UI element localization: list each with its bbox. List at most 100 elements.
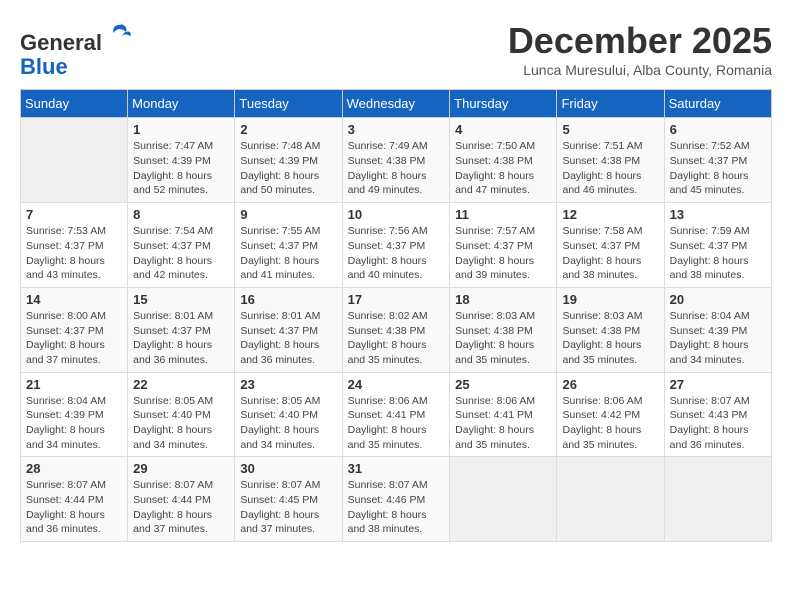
day-number: 11 <box>455 207 551 222</box>
day-info: Sunrise: 8:07 AM Sunset: 4:43 PM Dayligh… <box>670 394 766 453</box>
calendar-cell: 5 Sunrise: 7:51 AM Sunset: 4:38 PM Daylig… <box>557 118 664 203</box>
day-info: Sunrise: 7:51 AM Sunset: 4:38 PM Dayligh… <box>562 139 658 198</box>
calendar-cell: 26Sunrise: 8:06 AM Sunset: 4:42 PM Dayli… <box>557 372 664 457</box>
day-number: 6 <box>670 122 766 137</box>
calendar-cell: 1 Sunrise: 7:47 AM Sunset: 4:39 PM Daylig… <box>128 118 235 203</box>
calendar-cell <box>21 118 128 203</box>
day-info: Sunrise: 8:03 AM Sunset: 4:38 PM Dayligh… <box>455 309 551 368</box>
day-number: 13 <box>670 207 766 222</box>
calendar-cell <box>450 457 557 542</box>
calendar-cell: 14 Sunrise: 8:00 AM Sunset: 4:37 PM Dayli… <box>21 287 128 372</box>
logo-blue-text: Blue <box>20 54 68 79</box>
day-number: 14 <box>26 292 122 307</box>
calendar-cell: 22 Sunrise: 8:05 AM Sunset: 4:40 PM Dayli… <box>128 372 235 457</box>
calendar-cell: 30 Sunrise: 8:07 AM Sunset: 4:45 PM Dayli… <box>235 457 342 542</box>
day-number: 4 <box>455 122 551 137</box>
day-info: Sunrise: 8:04 AM Sunset: 4:39 PM Dayligh… <box>670 309 766 368</box>
calendar-cell: 28 Sunrise: 8:07 AM Sunset: 4:44 PM Dayli… <box>21 457 128 542</box>
calendar-cell: 13 Sunrise: 7:59 AM Sunset: 4:37 PM Dayli… <box>664 203 771 288</box>
day-number: 27 <box>670 377 766 392</box>
header-sunday: Sunday <box>21 90 128 118</box>
calendar-cell: 20 Sunrise: 8:04 AM Sunset: 4:39 PM Dayli… <box>664 287 771 372</box>
day-number: 7 <box>26 207 122 222</box>
day-number: 28 <box>26 461 122 476</box>
calendar-cell: 16 Sunrise: 8:01 AM Sunset: 4:37 PM Dayli… <box>235 287 342 372</box>
day-info: Sunrise: 8:07 AM Sunset: 4:46 PM Dayligh… <box>348 478 445 537</box>
day-info: Sunrise: 8:07 AM Sunset: 4:45 PM Dayligh… <box>240 478 336 537</box>
day-number: 5 <box>562 122 658 137</box>
day-info: Sunrise: 8:04 AM Sunset: 4:39 PM Dayligh… <box>26 394 122 453</box>
day-number: 9 <box>240 207 336 222</box>
day-number: 1 <box>133 122 229 137</box>
calendar-cell <box>664 457 771 542</box>
title-block: December 2025 Lunca Muresului, Alba Coun… <box>508 20 772 78</box>
day-info: Sunrise: 7:50 AM Sunset: 4:38 PM Dayligh… <box>455 139 551 198</box>
calendar-cell: 4 Sunrise: 7:50 AM Sunset: 4:38 PM Daylig… <box>450 118 557 203</box>
day-info: Sunrise: 8:01 AM Sunset: 4:37 PM Dayligh… <box>240 309 336 368</box>
day-info: Sunrise: 7:57 AM Sunset: 4:37 PM Dayligh… <box>455 224 551 283</box>
header-wednesday: Wednesday <box>342 90 450 118</box>
calendar-week-2: 7 Sunrise: 7:53 AM Sunset: 4:37 PM Daylig… <box>21 203 772 288</box>
month-title: December 2025 <box>508 20 772 62</box>
day-number: 29 <box>133 461 229 476</box>
day-info: Sunrise: 7:58 AM Sunset: 4:37 PM Dayligh… <box>562 224 658 283</box>
calendar-header-row: SundayMondayTuesdayWednesdayThursdayFrid… <box>21 90 772 118</box>
day-info: Sunrise: 8:05 AM Sunset: 4:40 PM Dayligh… <box>240 394 336 453</box>
header-thursday: Thursday <box>450 90 557 118</box>
day-info: Sunrise: 7:55 AM Sunset: 4:37 PM Dayligh… <box>240 224 336 283</box>
day-number: 17 <box>348 292 445 307</box>
day-number: 24 <box>348 377 445 392</box>
day-info: Sunrise: 8:07 AM Sunset: 4:44 PM Dayligh… <box>26 478 122 537</box>
day-info: Sunrise: 8:06 AM Sunset: 4:41 PM Dayligh… <box>348 394 445 453</box>
calendar-week-5: 28 Sunrise: 8:07 AM Sunset: 4:44 PM Dayli… <box>21 457 772 542</box>
calendar-cell: 23 Sunrise: 8:05 AM Sunset: 4:40 PM Dayli… <box>235 372 342 457</box>
calendar-week-4: 21 Sunrise: 8:04 AM Sunset: 4:39 PM Dayli… <box>21 372 772 457</box>
calendar-cell: 17Sunrise: 8:02 AM Sunset: 4:38 PM Dayli… <box>342 287 450 372</box>
day-info: Sunrise: 7:53 AM Sunset: 4:37 PM Dayligh… <box>26 224 122 283</box>
day-info: Sunrise: 7:47 AM Sunset: 4:39 PM Dayligh… <box>133 139 229 198</box>
day-info: Sunrise: 8:03 AM Sunset: 4:38 PM Dayligh… <box>562 309 658 368</box>
calendar-body: 1 Sunrise: 7:47 AM Sunset: 4:39 PM Daylig… <box>21 118 772 542</box>
day-info: Sunrise: 8:05 AM Sunset: 4:40 PM Dayligh… <box>133 394 229 453</box>
calendar-cell: 2Sunrise: 7:48 AM Sunset: 4:39 PM Daylig… <box>235 118 342 203</box>
calendar-cell: 10 Sunrise: 7:56 AM Sunset: 4:37 PM Dayli… <box>342 203 450 288</box>
calendar-cell: 12 Sunrise: 7:58 AM Sunset: 4:37 PM Dayli… <box>557 203 664 288</box>
day-number: 30 <box>240 461 336 476</box>
day-number: 23 <box>240 377 336 392</box>
calendar-table: SundayMondayTuesdayWednesdayThursdayFrid… <box>20 89 772 542</box>
day-number: 18 <box>455 292 551 307</box>
day-info: Sunrise: 7:56 AM Sunset: 4:37 PM Dayligh… <box>348 224 445 283</box>
day-number: 10 <box>348 207 445 222</box>
day-number: 20 <box>670 292 766 307</box>
day-number: 12 <box>562 207 658 222</box>
day-info: Sunrise: 7:48 AM Sunset: 4:39 PM Dayligh… <box>240 139 336 198</box>
header-saturday: Saturday <box>664 90 771 118</box>
day-number: 3 <box>348 122 445 137</box>
calendar-cell <box>557 457 664 542</box>
header-tuesday: Tuesday <box>235 90 342 118</box>
day-info: Sunrise: 7:59 AM Sunset: 4:37 PM Dayligh… <box>670 224 766 283</box>
calendar-cell: 6Sunrise: 7:52 AM Sunset: 4:37 PM Daylig… <box>664 118 771 203</box>
calendar-week-3: 14 Sunrise: 8:00 AM Sunset: 4:37 PM Dayli… <box>21 287 772 372</box>
calendar-cell: 18 Sunrise: 8:03 AM Sunset: 4:38 PM Dayli… <box>450 287 557 372</box>
logo-general-text: General <box>20 30 102 55</box>
logo-bird-icon <box>104 20 134 50</box>
calendar-cell: 24 Sunrise: 8:06 AM Sunset: 4:41 PM Dayli… <box>342 372 450 457</box>
logo: General Blue <box>20 20 134 79</box>
day-info: Sunrise: 8:07 AM Sunset: 4:44 PM Dayligh… <box>133 478 229 537</box>
calendar-week-1: 1 Sunrise: 7:47 AM Sunset: 4:39 PM Daylig… <box>21 118 772 203</box>
day-number: 8 <box>133 207 229 222</box>
day-number: 16 <box>240 292 336 307</box>
day-info: Sunrise: 8:00 AM Sunset: 4:37 PM Dayligh… <box>26 309 122 368</box>
header-monday: Monday <box>128 90 235 118</box>
calendar-cell: 25Sunrise: 8:06 AM Sunset: 4:41 PM Dayli… <box>450 372 557 457</box>
calendar-cell: 9 Sunrise: 7:55 AM Sunset: 4:37 PM Daylig… <box>235 203 342 288</box>
day-number: 22 <box>133 377 229 392</box>
calendar-cell: 15Sunrise: 8:01 AM Sunset: 4:37 PM Dayli… <box>128 287 235 372</box>
calendar-cell: 8Sunrise: 7:54 AM Sunset: 4:37 PM Daylig… <box>128 203 235 288</box>
day-number: 21 <box>26 377 122 392</box>
day-number: 26 <box>562 377 658 392</box>
calendar-cell: 3Sunrise: 7:49 AM Sunset: 4:38 PM Daylig… <box>342 118 450 203</box>
day-number: 15 <box>133 292 229 307</box>
calendar-cell: 27 Sunrise: 8:07 AM Sunset: 4:43 PM Dayli… <box>664 372 771 457</box>
